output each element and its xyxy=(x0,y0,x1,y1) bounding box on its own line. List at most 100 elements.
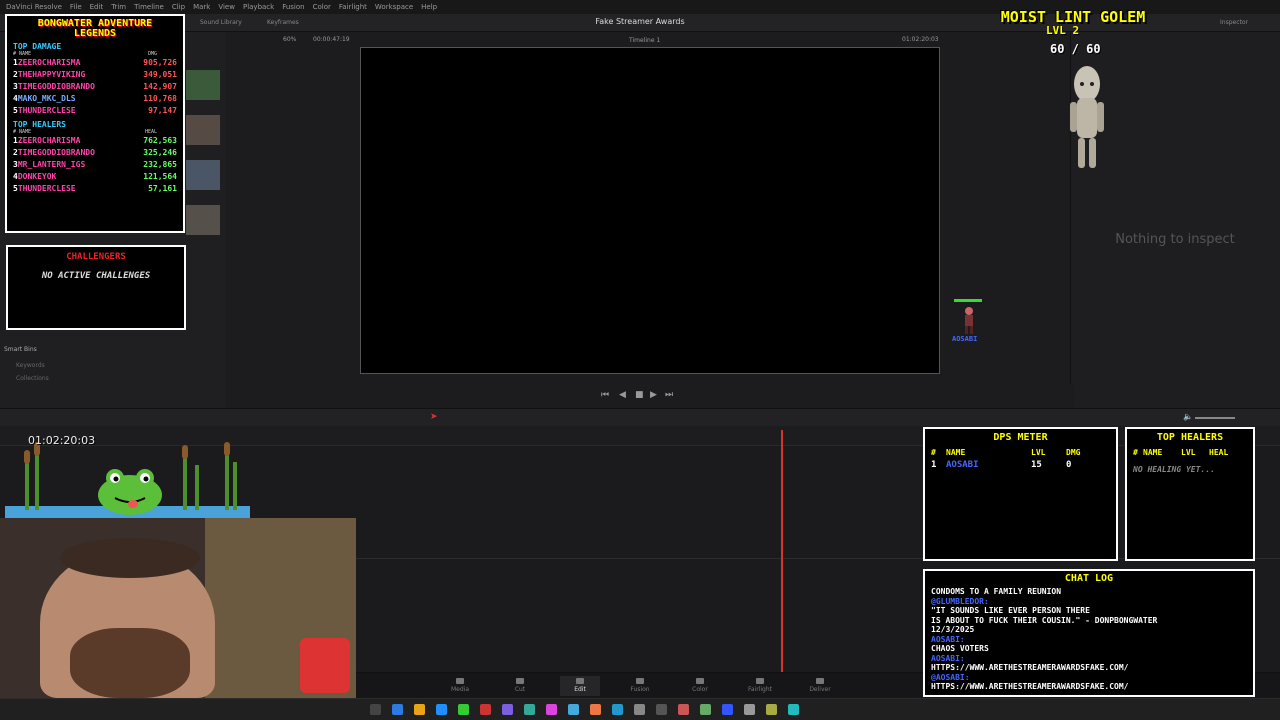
leaderboard-title-line2: LEGENDS xyxy=(73,28,117,39)
timeline-timecode: 01:02:20:03 xyxy=(28,434,96,447)
menu-item[interactable]: Color xyxy=(313,3,331,11)
menu-item[interactable]: File xyxy=(70,3,82,11)
taskbar-app-icon[interactable] xyxy=(370,704,381,715)
menu-item[interactable]: Clip xyxy=(172,3,185,11)
taskbar-app-icon[interactable] xyxy=(634,704,645,715)
taskbar-app-icon[interactable] xyxy=(546,704,557,715)
zoom-level[interactable]: 60% xyxy=(283,36,296,43)
challengers-title: CHALLENGERS xyxy=(66,252,126,262)
taskbar-app-icon[interactable] xyxy=(480,704,491,715)
taskbar-app-icon[interactable] xyxy=(502,704,513,715)
fusion-page-icon xyxy=(636,678,644,684)
top-healers-title: TOP HEALERS xyxy=(13,120,66,129)
page-tab-fairlight[interactable]: Fairlight xyxy=(740,676,780,693)
taskbar-app-icon[interactable] xyxy=(568,704,579,715)
menu-item[interactable]: DaVinci Resolve xyxy=(6,3,62,11)
page-tab-edit[interactable]: Edit xyxy=(560,676,600,696)
taskbar-app-icon[interactable] xyxy=(656,704,667,715)
menu-item[interactable]: View xyxy=(218,3,235,11)
chat-message: IS ABOUT TO FUCK THEIR COUSIN." - DONPBO… xyxy=(931,615,1158,625)
taskbar-app-icon[interactable] xyxy=(392,704,403,715)
page-tab-deliver[interactable]: Deliver xyxy=(800,676,840,693)
menu-item[interactable]: Workspace xyxy=(375,3,413,11)
chat-message: HTTPS://WWW.ARETHESTREAMERAWARDSFAKE.COM… xyxy=(931,682,1129,691)
smart-bins-label: Smart Bins xyxy=(4,346,37,353)
collections-bin[interactable]: Collections xyxy=(16,375,49,382)
record-timecode: 01:02:20:03 xyxy=(902,36,939,43)
transport-controls: ⏮ ◀ ■ ▶ ⏭ xyxy=(225,385,1075,407)
leaderboard-row: 4MAKO_MKC_DLS 110,768 xyxy=(13,94,177,103)
menu-item[interactable]: Help xyxy=(421,3,437,11)
tab-sound-library[interactable]: Sound Library xyxy=(200,19,242,26)
menu-item[interactable]: Timeline xyxy=(134,3,164,11)
frog-pond-graphic xyxy=(5,442,250,518)
page-tab-media[interactable]: Media xyxy=(440,676,480,693)
leaderboard-row: 3MR_LANTERN_IGS 232,865 xyxy=(13,160,177,169)
tab-keyframes[interactable]: Keyframes xyxy=(267,19,299,26)
taskbar-app-icon[interactable] xyxy=(722,704,733,715)
taskbar-app-icon[interactable] xyxy=(612,704,623,715)
challengers-panel: CHALLENGERS NO ACTIVE CHALLENGES xyxy=(6,245,186,330)
skip-forward-icon[interactable]: ⏭ xyxy=(665,390,673,400)
taskbar-app-icon[interactable] xyxy=(458,704,469,715)
timeline-name[interactable]: Timeline 1 xyxy=(629,37,660,44)
page-tab-color[interactable]: Color xyxy=(680,676,720,693)
chat-message: @AOSABI: xyxy=(931,672,970,682)
clip-thumbnail[interactable] xyxy=(186,70,220,100)
menu-item[interactable]: Trim xyxy=(111,3,126,11)
golem-sprite xyxy=(1070,66,1104,168)
tab-inspector[interactable]: Inspector xyxy=(1220,19,1248,26)
chat-message: CONDOMS TO A FAMILY REUNION xyxy=(931,587,1062,596)
clip-thumbnail[interactable] xyxy=(186,160,220,190)
menu-item[interactable]: Fusion xyxy=(282,3,304,11)
taskbar-app-icon[interactable] xyxy=(436,704,447,715)
top-healers-panel: TOP HEALERS # NAME LVL HEAL NO HEALING Y… xyxy=(1125,427,1255,561)
taskbar-app-icon[interactable] xyxy=(700,704,711,715)
menu-item[interactable]: Playback xyxy=(243,3,274,11)
edit-page-icon xyxy=(576,678,584,684)
color-page-icon xyxy=(696,678,704,684)
keywords-bin[interactable]: Keywords xyxy=(16,362,45,369)
volume-slider[interactable] xyxy=(1195,417,1235,419)
source-timecode: 00:00:47:19 xyxy=(313,36,350,43)
taskbar-app-icon[interactable] xyxy=(744,704,755,715)
taskbar-app-icon[interactable] xyxy=(590,704,601,715)
page-tab-cut[interactable]: Cut xyxy=(500,676,540,693)
volume-icon[interactable]: 🔈 xyxy=(1183,412,1193,421)
selection-tool-icon[interactable]: ➤ xyxy=(430,412,438,422)
page-tab-fusion[interactable]: Fusion xyxy=(620,676,660,693)
menu-item[interactable]: Fairlight xyxy=(339,3,367,11)
media-page-icon xyxy=(456,678,464,684)
taskbar-app-icon[interactable] xyxy=(766,704,777,715)
top-healers-panel-title: TOP HEALERS xyxy=(1156,432,1224,443)
viewer-bar: 60% 00:00:47:19 Timeline 1 01:02:20:03 xyxy=(225,32,1075,46)
leaderboard-row: 4DONKEYOK 121,564 xyxy=(13,172,177,181)
taskbar-app-icon[interactable] xyxy=(678,704,689,715)
dps-header: # NAME LVL DMG xyxy=(931,448,1081,457)
playhead[interactable] xyxy=(781,430,783,675)
chat-message: HTTPS://WWW.ARETHESTREAMERAWARDSFAKE.COM… xyxy=(931,663,1129,672)
viewer[interactable] xyxy=(360,47,940,374)
play-icon[interactable]: ▶ xyxy=(650,390,657,400)
taskbar-app-icon[interactable] xyxy=(524,704,535,715)
challengers-empty: NO ACTIVE CHALLENGES xyxy=(41,271,151,281)
page-tab-label: Cut xyxy=(514,686,526,693)
webcam-feed xyxy=(0,518,356,698)
play-reverse-icon[interactable]: ◀ xyxy=(619,390,626,400)
healers-empty: NO HEALING YET... xyxy=(1133,465,1215,474)
chat-log-title: CHAT LOG xyxy=(1064,573,1114,584)
clip-thumbnail[interactable] xyxy=(186,115,220,145)
leaderboard-row: 2THEHAPPYVIKING 349,051 xyxy=(13,70,177,79)
leaderboard-row: 5THUNDERCLESE 57,161 xyxy=(13,184,177,193)
healers-panel-header: # NAME LVL HEAL xyxy=(1133,448,1229,457)
chat-message: AOSABI: xyxy=(931,653,965,663)
page-tab-label: Media xyxy=(450,686,470,693)
stop-icon[interactable]: ■ xyxy=(635,390,644,400)
clip-thumbnail[interactable] xyxy=(186,205,220,235)
menu-item[interactable]: Mark xyxy=(193,3,210,11)
skip-back-icon[interactable]: ⏮ xyxy=(601,390,609,400)
leaderboard-row: 1ZEEROCHARISMA 762,563 xyxy=(13,136,177,145)
taskbar-app-icon[interactable] xyxy=(414,704,425,715)
menu-item[interactable]: Edit xyxy=(90,3,104,11)
taskbar-app-icon[interactable] xyxy=(788,704,799,715)
